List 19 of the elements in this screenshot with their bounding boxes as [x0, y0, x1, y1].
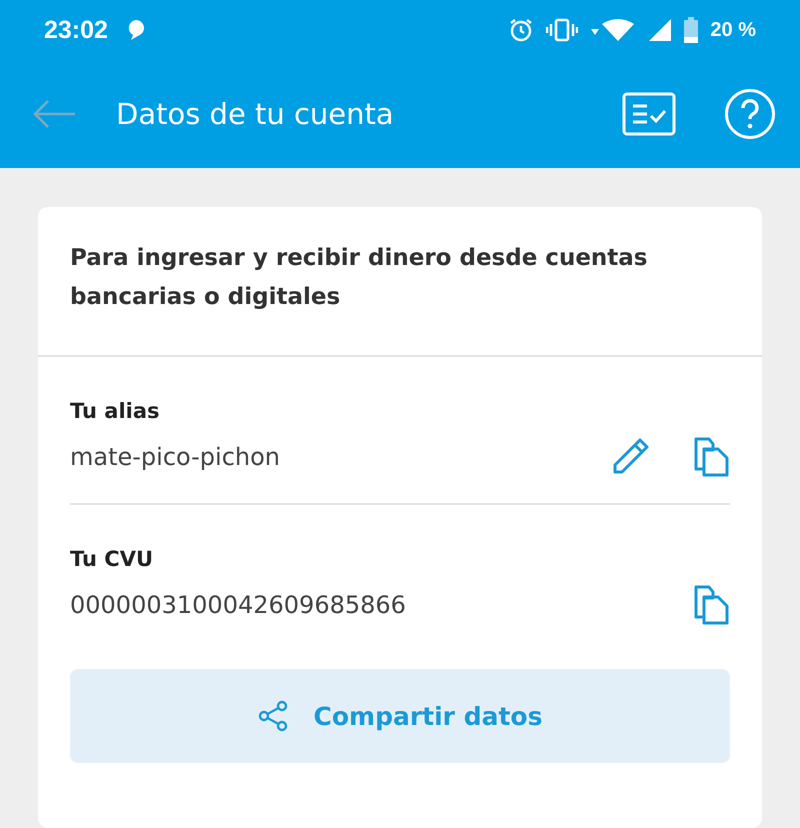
copy-icon[interactable] [694, 585, 730, 625]
vibrate-icon [546, 18, 578, 42]
field-value: 0000003100042609685866 [70, 591, 406, 619]
alarm-icon [508, 17, 534, 43]
battery-icon [684, 17, 698, 43]
signal-icon [648, 18, 672, 42]
checklist-icon[interactable] [622, 92, 676, 136]
wifi-icon [590, 18, 636, 42]
field-value: mate-pico-pichon [70, 443, 280, 471]
field-label: Tu alias [70, 399, 161, 423]
share-button[interactable]: Compartir datos [70, 669, 730, 763]
clock-time: 23:02 [44, 16, 108, 44]
help-icon[interactable] [724, 88, 776, 140]
share-icon [258, 700, 290, 732]
field-label: Tu CVU [70, 547, 154, 571]
copy-icon[interactable] [694, 437, 730, 477]
description-text: Para ingresar y recibir dinero desde cuentas bancarias o digitales [38, 207, 762, 357]
battery-percentage: 20 % [710, 18, 756, 42]
screen-title: Datos de tu cuenta [116, 97, 394, 131]
